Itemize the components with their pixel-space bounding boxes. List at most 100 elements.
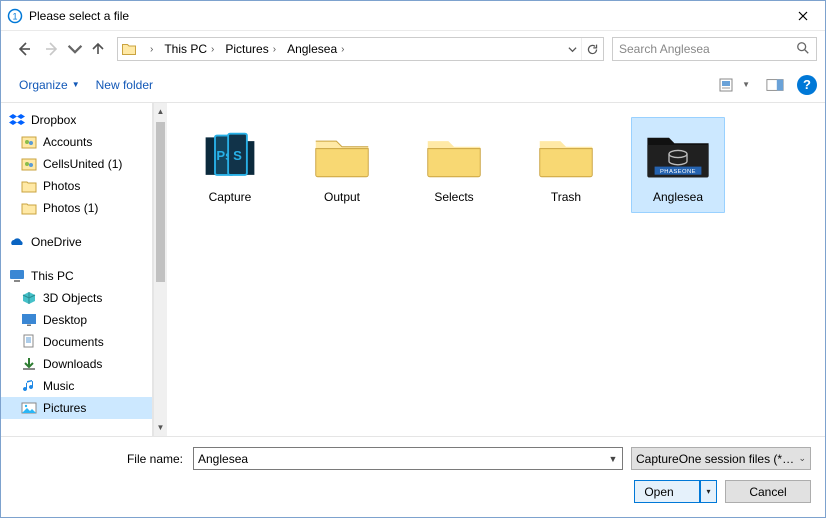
breadcrumb-item[interactable]: Anglesea›	[281, 38, 349, 60]
documents-icon	[21, 334, 37, 350]
folder-icon	[530, 124, 602, 184]
tree-item-music[interactable]: Music	[1, 375, 152, 397]
back-button[interactable]	[11, 36, 37, 62]
capture-folder-icon: Ps S	[194, 124, 266, 184]
pc-icon	[9, 268, 25, 284]
chevron-down-icon[interactable]: ▼	[604, 454, 622, 464]
tree-item-photos-1[interactable]: Photos (1)	[1, 197, 152, 219]
forward-button[interactable]	[39, 36, 65, 62]
tree-item-documents[interactable]: Documents	[1, 331, 152, 353]
filename-combobox[interactable]: ▼	[193, 447, 623, 470]
new-folder-button[interactable]: New folder	[90, 74, 159, 96]
toolbar: Organize ▼ New folder ▼ ?	[1, 67, 825, 103]
open-split-button: Open ▾	[634, 480, 717, 503]
tree-label: Pictures	[43, 401, 86, 415]
item-selects[interactable]: Selects	[407, 117, 501, 213]
tree-item-pictures[interactable]: Pictures	[1, 397, 152, 419]
tree-item-photos[interactable]: Photos	[1, 175, 152, 197]
tree-label: Accounts	[43, 135, 92, 149]
open-label: Open	[644, 485, 673, 499]
footer: File name: ▼ CaptureOne session files (*…	[1, 436, 825, 517]
tree-item-cellsunited[interactable]: CellsUnited (1)	[1, 153, 152, 175]
tree-scrollbar[interactable]: ▲ ▼	[153, 103, 167, 436]
music-icon	[21, 378, 37, 394]
tree-label: 3D Objects	[43, 291, 102, 305]
cancel-button[interactable]: Cancel	[725, 480, 811, 503]
tree-label: OneDrive	[31, 235, 82, 249]
chevron-down-icon: ▼	[742, 80, 750, 89]
phaseone-session-icon: PHASEONE	[642, 124, 714, 184]
tree-item-3d-objects[interactable]: 3D Objects	[1, 287, 152, 309]
breadcrumb: › This PC› Pictures› Anglesea›	[140, 38, 563, 60]
cancel-label: Cancel	[749, 485, 786, 499]
item-anglesea[interactable]: PHASEONE Anglesea	[631, 117, 725, 213]
address-bar[interactable]: › This PC› Pictures› Anglesea›	[117, 37, 604, 61]
svg-text:S: S	[233, 148, 242, 163]
search-box[interactable]	[612, 37, 817, 61]
tree-label: Dropbox	[31, 113, 76, 127]
filename-label: File name:	[15, 452, 185, 466]
nav-row: › This PC› Pictures› Anglesea›	[1, 31, 825, 67]
change-view-button[interactable]: ▼	[716, 76, 753, 94]
tree-item-accounts[interactable]: Accounts	[1, 131, 152, 153]
organize-button[interactable]: Organize ▼	[13, 74, 86, 96]
titlebar: 1 Please select a file	[1, 1, 825, 31]
organize-label: Organize	[19, 78, 68, 92]
help-button[interactable]: ?	[797, 75, 817, 95]
file-type-label: CaptureOne session files (*.col,	[636, 452, 794, 466]
desktop-icon	[21, 312, 37, 328]
file-open-dialog: 1 Please select a file › This PC› Pi	[0, 0, 826, 518]
address-history-dropdown[interactable]	[563, 38, 581, 60]
folder-icon	[21, 178, 37, 194]
preview-pane-button[interactable]	[763, 76, 787, 94]
tree-label: Photos	[43, 179, 80, 193]
items-grid: Ps S Capture Output	[183, 117, 809, 213]
tree-label: This PC	[31, 269, 74, 283]
filename-input[interactable]	[194, 448, 604, 469]
downloads-icon	[21, 356, 37, 372]
pictures-icon	[21, 400, 37, 416]
item-trash[interactable]: Trash	[519, 117, 613, 213]
tree-label: Downloads	[43, 357, 102, 371]
tree-item-desktop[interactable]: Desktop	[1, 309, 152, 331]
item-capture[interactable]: Ps S Capture	[183, 117, 277, 213]
tree-label: CellsUnited (1)	[43, 157, 122, 171]
refresh-button[interactable]	[581, 38, 603, 60]
tree-item-dropbox[interactable]: Dropbox	[1, 109, 152, 131]
folder-icon	[21, 200, 37, 216]
tree-item-downloads[interactable]: Downloads	[1, 353, 152, 375]
breadcrumb-label: This PC	[164, 42, 207, 56]
item-label: Capture	[209, 190, 252, 204]
tree-label: Desktop	[43, 313, 87, 327]
breadcrumb-label: Pictures	[225, 42, 268, 56]
breadcrumb-label: Anglesea	[287, 42, 337, 56]
folder-icon	[306, 124, 378, 184]
search-input[interactable]	[617, 41, 796, 57]
close-button[interactable]	[780, 1, 825, 30]
svg-text:1: 1	[12, 11, 17, 21]
file-type-filter[interactable]: CaptureOne session files (*.col, ⌄	[631, 447, 811, 470]
folder-icon	[21, 134, 37, 150]
open-dropdown-button[interactable]: ▾	[700, 480, 717, 503]
breadcrumb-sep-root[interactable]: ›	[140, 38, 158, 60]
chevron-down-icon: ▼	[72, 80, 80, 89]
recent-locations-button[interactable]	[67, 36, 83, 62]
nav-tree[interactable]: Dropbox Accounts CellsUnited (1) Photos …	[1, 103, 153, 436]
tree-item-onedrive[interactable]: OneDrive	[1, 231, 152, 253]
item-label: Output	[324, 190, 360, 204]
open-button[interactable]: Open	[634, 480, 700, 503]
tree-item-thispc[interactable]: This PC	[1, 265, 152, 287]
svg-text:PHASEONE: PHASEONE	[660, 169, 696, 175]
item-label: Trash	[551, 190, 581, 204]
breadcrumb-item[interactable]: Pictures›	[219, 38, 281, 60]
item-output[interactable]: Output	[295, 117, 389, 213]
chevron-down-icon: ⌄	[798, 453, 806, 464]
up-button[interactable]	[85, 36, 111, 62]
app-icon: 1	[7, 8, 23, 24]
new-folder-label: New folder	[96, 78, 153, 92]
file-list[interactable]: Ps S Capture Output	[167, 103, 825, 436]
folder-icon	[418, 124, 490, 184]
item-label: Selects	[434, 190, 473, 204]
breadcrumb-item[interactable]: This PC›	[158, 38, 219, 60]
tree-label: Music	[43, 379, 74, 393]
